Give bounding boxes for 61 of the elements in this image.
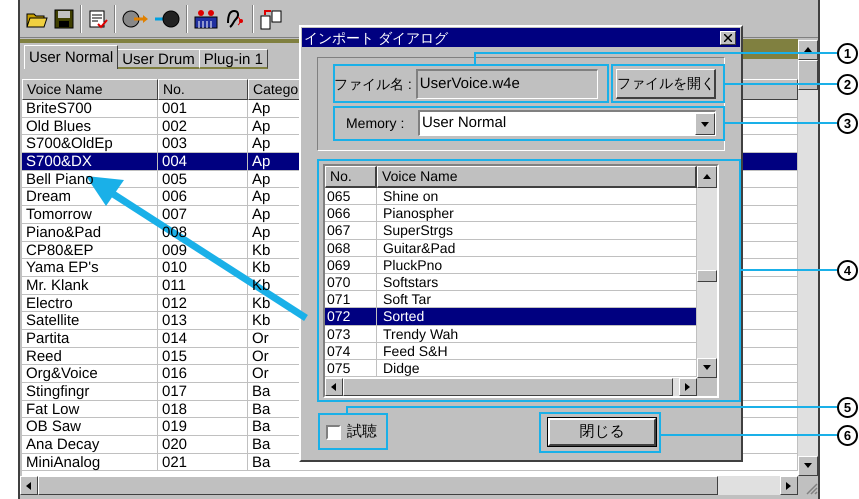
ear-icon[interactable] (224, 8, 246, 28)
callout-number: 2 (837, 74, 858, 95)
column-header[interactable]: Voice Name (377, 166, 697, 188)
left-arrow-icon (329, 382, 339, 392)
scrollbar-corner (697, 378, 717, 396)
file-name-field[interactable]: UserVoice.w4e (416, 69, 598, 99)
caret-icon (695, 112, 715, 134)
close-button[interactable]: 閉じる (548, 418, 656, 446)
list-row[interactable]: 075 Didge (325, 360, 697, 378)
tab[interactable]: User Drum (117, 49, 200, 69)
callout-number: 1 (837, 43, 858, 64)
highlight-frame (318, 413, 388, 450)
list-row[interactable]: 072 Sorted (325, 308, 697, 326)
scroll-left-button[interactable] (325, 378, 343, 396)
list-row[interactable]: 071 Soft Tar (325, 291, 697, 308)
table-cell: 075 (325, 360, 377, 378)
size-grip-icon[interactable] (798, 476, 818, 495)
callout-number: 3 (837, 113, 858, 134)
list-row[interactable]: 070 Softstars (325, 274, 697, 292)
list-row[interactable]: 065 Shine on (325, 188, 697, 206)
close-icon[interactable] (720, 30, 736, 44)
callout-number: 5 (837, 397, 858, 418)
disc-arrow-icon[interactable] (122, 8, 148, 28)
table-cell: Didge (377, 360, 697, 378)
list-row[interactable]: 073 Trendy Wah (325, 326, 697, 343)
up-arrow-icon (702, 172, 712, 182)
callout-number: 6 (837, 425, 858, 446)
list-row[interactable]: 066 Pianospher (325, 205, 697, 222)
window-title: インポート ダイアログ (304, 28, 448, 46)
scroll-down-button[interactable] (697, 358, 717, 378)
list-row[interactable]: 068 Guitar&Pad (325, 240, 697, 257)
callout-number: 4 (837, 260, 858, 281)
table-cell: 021 (158, 454, 248, 472)
list-row[interactable]: 067 SuperStrgs (325, 222, 697, 240)
scroll-thumb[interactable] (697, 270, 717, 282)
column-header[interactable]: No. (325, 166, 377, 188)
memory-dropdown[interactable]: User Normal (418, 110, 716, 136)
scroll-left-button[interactable] (20, 476, 38, 495)
scroll-up-button[interactable] (697, 166, 717, 188)
scroll-thumb[interactable] (798, 60, 818, 90)
arrow-disc-icon[interactable] (154, 8, 180, 28)
field-label: ファイル名 : (334, 74, 412, 94)
up-arrow-icon (803, 45, 813, 55)
table-cell: MiniAnalog (22, 454, 158, 472)
tab[interactable]: User Normal (24, 45, 118, 69)
scroll-down-button[interactable] (798, 456, 818, 476)
scroll-up-button[interactable] (798, 40, 818, 60)
tab[interactable]: Plug-in 1 (198, 49, 268, 69)
document-transfer-icon[interactable] (260, 8, 282, 30)
column-header[interactable]: No. (158, 79, 248, 100)
open-file-button[interactable]: ファイルを開く (616, 69, 716, 99)
column-header[interactable]: Voice Name (22, 79, 158, 100)
scroll-right-button[interactable] (679, 378, 697, 396)
left-arrow-icon (24, 480, 34, 490)
scrollbar[interactable] (798, 40, 818, 476)
scroll-right-button[interactable] (780, 476, 798, 495)
list-row[interactable]: 069 PluckPno (325, 256, 697, 274)
list-row[interactable]: 074 Feed S&H (325, 342, 697, 360)
keyboard-icon[interactable] (194, 8, 218, 28)
checklist-icon[interactable] (88, 8, 108, 28)
scrollbar[interactable] (697, 166, 717, 378)
